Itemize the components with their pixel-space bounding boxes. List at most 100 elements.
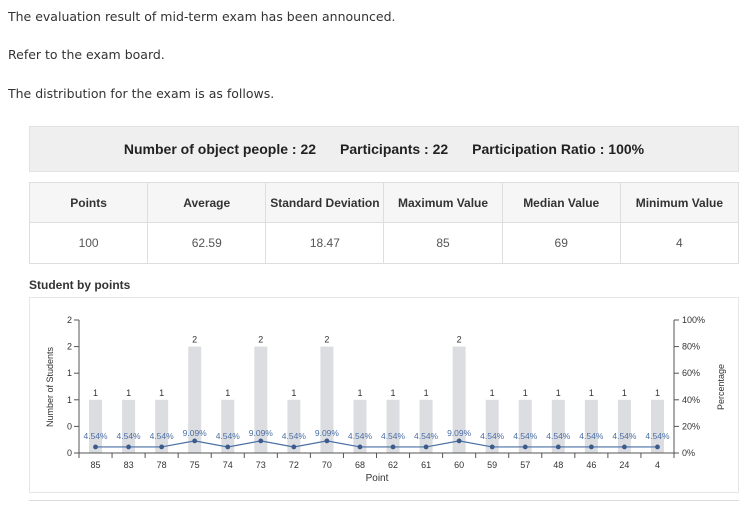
y-tick-label: 0 xyxy=(67,421,72,431)
percentage-point xyxy=(126,444,131,450)
value-minimum: 4 xyxy=(619,222,740,264)
bar-value-label: 1 xyxy=(523,388,528,398)
percentage-label: 4.54% xyxy=(612,431,637,441)
percentage-label: 4.54% xyxy=(117,431,142,441)
percentage-label: 9.09% xyxy=(249,428,274,438)
bar-value-label: 2 xyxy=(457,335,462,345)
x-tick-label: 4 xyxy=(655,460,660,470)
percentage-label: 4.54% xyxy=(546,431,571,441)
percentage-label: 4.54% xyxy=(579,431,604,441)
percentage-point xyxy=(291,444,297,450)
percentage-point xyxy=(622,444,627,450)
bar-value-label: 2 xyxy=(258,335,263,345)
header-minimum-value: Minimum Value xyxy=(619,182,740,223)
bar-value-label: 1 xyxy=(391,388,396,398)
percentage-label: 4.54% xyxy=(150,431,175,441)
percentage-point xyxy=(423,444,429,450)
x-tick-label: 59 xyxy=(487,460,497,470)
x-axis-title: Point xyxy=(366,473,389,484)
x-tick-label: 24 xyxy=(619,460,629,470)
bar-value-label: 1 xyxy=(622,388,627,398)
percentage-point xyxy=(192,438,198,444)
x-tick-label: 46 xyxy=(586,460,596,470)
value-average: 62.59 xyxy=(147,222,267,264)
value-median: 69 xyxy=(501,222,621,264)
bar-value-label: 1 xyxy=(589,388,594,398)
percentage-label: 4.54% xyxy=(414,431,439,441)
chart-svg: 0011220%20%40%60%80%100% 1 1 1212121 1 121 1 1… xyxy=(45,315,726,484)
x-tick-label: 83 xyxy=(124,460,134,470)
header-maximum-value: Maximum Value xyxy=(383,182,503,223)
percentage-point xyxy=(489,444,495,450)
participation-ratio: Participation Ratio : 100% xyxy=(472,141,645,157)
percentage-label: 9.09% xyxy=(183,428,208,438)
bar-value-label: 1 xyxy=(225,388,230,398)
statistics-table: Points Average Standard Deviation Maximu… xyxy=(28,182,740,264)
value-points: 100 xyxy=(28,222,149,264)
header-average: Average xyxy=(147,182,267,223)
percentage-label: 4.54% xyxy=(381,431,406,441)
percentage-label: 4.54% xyxy=(348,431,373,441)
x-tick-label: 78 xyxy=(157,460,167,470)
bar-value-label: 2 xyxy=(192,335,197,345)
x-tick-label: 70 xyxy=(322,460,332,470)
participants-count: Participants : 22 xyxy=(340,141,449,157)
x-tick-label: 85 xyxy=(91,460,101,470)
bar-value-label: 1 xyxy=(357,388,362,398)
percentage-line xyxy=(95,440,658,448)
value-standard-deviation: 18.47 xyxy=(265,222,385,264)
x-tick-label: 68 xyxy=(355,460,365,470)
distribution-message: The distribution for the exam is as foll… xyxy=(8,86,275,101)
percentage-label: 9.09% xyxy=(315,428,340,438)
exam-board-message: Refer to the exam board. xyxy=(8,47,165,62)
bar-value-label: 1 xyxy=(159,388,164,398)
x-tick-label: 62 xyxy=(388,460,398,470)
announcement-message: The evaluation result of mid-term exam h… xyxy=(8,9,396,24)
x-tick-label: 60 xyxy=(454,460,464,470)
y2-tick-label: 40% xyxy=(682,395,700,405)
bar-value-label: 1 xyxy=(424,388,429,398)
participation-summary: Number of object people : 22 Participant… xyxy=(29,126,739,172)
bar-value-label: 1 xyxy=(291,388,296,398)
percentage-point xyxy=(390,444,396,450)
percentage-label: 4.54% xyxy=(645,431,670,441)
percentage-point xyxy=(324,438,330,444)
percentage-label: 4.54% xyxy=(513,431,538,441)
percentage-point xyxy=(258,438,264,444)
y-tick-label: 0 xyxy=(67,448,72,458)
percentage-point xyxy=(93,444,98,450)
bar-value-label: 1 xyxy=(556,388,561,398)
bar-value-label: 1 xyxy=(126,388,131,398)
y2-tick-label: 100% xyxy=(682,315,705,325)
chart-section-title: Student by points xyxy=(29,278,131,292)
y2-tick-label: 0% xyxy=(682,448,695,458)
x-tick-label: 75 xyxy=(190,460,200,470)
percentage-label: 4.54% xyxy=(83,431,108,441)
y-tick-label: 1 xyxy=(67,368,72,378)
bar-value-label: 1 xyxy=(93,388,98,398)
y2-tick-label: 60% xyxy=(682,368,700,378)
percentage-label: 4.54% xyxy=(216,431,241,441)
header-points: Points xyxy=(28,182,149,223)
percentage-label: 4.54% xyxy=(480,431,505,441)
percentage-point xyxy=(588,444,594,450)
percentage-point xyxy=(522,444,528,450)
x-tick-label: 57 xyxy=(520,460,530,470)
y-axis-title: Number of Students xyxy=(45,346,55,427)
y-tick-label: 2 xyxy=(67,342,72,352)
x-tick-label: 72 xyxy=(289,460,299,470)
statistics-value-row: 100 62.59 18.47 85 69 4 xyxy=(28,222,740,264)
student-by-points-chart: 0 0 1 1 2 2 0% 20% 40% 60% 80% 100% 111212121112111… xyxy=(29,297,739,493)
bar-value-label: 2 xyxy=(324,335,329,345)
header-median-value: Median Value xyxy=(501,182,621,223)
statistics-header-row: Points Average Standard Deviation Maximu… xyxy=(28,182,740,223)
percentage-label: 9.09% xyxy=(447,428,472,438)
percentage-point xyxy=(159,444,165,450)
value-maximum: 85 xyxy=(383,222,503,264)
bar-value-label: 1 xyxy=(655,388,660,398)
y2-tick-label: 20% xyxy=(682,421,700,431)
header-standard-deviation: Standard Deviation xyxy=(265,182,385,223)
x-tick-label: 48 xyxy=(553,460,563,470)
y-tick-label: 1 xyxy=(67,395,72,405)
percentage-point xyxy=(225,444,231,450)
